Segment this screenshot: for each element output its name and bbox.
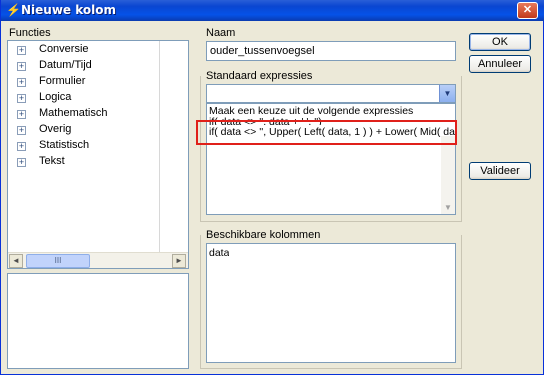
name-input[interactable]: ouder_tussenvoegsel <box>206 41 456 61</box>
function-category-2[interactable]: + Formulier <box>8 74 170 90</box>
scroll-left-button[interactable]: ◄ <box>9 254 23 268</box>
highlight-annotation <box>196 120 457 145</box>
expand-icon[interactable]: + <box>17 142 26 151</box>
function-category-6[interactable]: + Statistisch <box>8 138 170 154</box>
scroll-right-button[interactable]: ► <box>172 254 186 268</box>
functions-label: Functies <box>9 27 51 39</box>
horizontal-scrollbar[interactable]: ◄ III ► <box>8 252 188 268</box>
expand-icon[interactable]: + <box>17 94 26 103</box>
window-title: Nieuwe kolom <box>21 3 117 17</box>
title-bar[interactable]: ⚡ Nieuwe kolom ✕ <box>1 0 544 21</box>
expand-icon[interactable]: + <box>17 46 26 55</box>
function-category-3[interactable]: + Logica <box>8 90 170 106</box>
expand-icon[interactable]: + <box>17 62 26 71</box>
function-category-label: Overig <box>39 123 72 135</box>
scroll-thumb[interactable]: III <box>26 254 90 268</box>
app-icon: ⚡ <box>6 3 21 17</box>
function-category-0[interactable]: + Conversie <box>8 42 170 58</box>
name-label: Naam <box>206 27 236 39</box>
dropdown-arrow-icon[interactable]: ▼ <box>439 85 455 102</box>
function-category-label: Statistisch <box>39 139 90 151</box>
function-category-label: Conversie <box>39 43 89 55</box>
function-category-7[interactable]: + Tekst <box>8 154 170 170</box>
expand-icon[interactable]: + <box>17 110 26 119</box>
function-category-5[interactable]: + Overig <box>8 122 170 138</box>
ok-button[interactable]: OK <box>469 33 531 51</box>
function-category-label: Datum/Tijd <box>39 59 92 71</box>
functions-tree[interactable]: + Conversie + Datum/Tijd + Formulier + Logica + M… <box>7 40 189 269</box>
function-category-1[interactable]: + Datum/Tijd <box>8 58 170 74</box>
expressions-dropdown[interactable]: ▼ <box>206 84 456 103</box>
vertical-scrollbar[interactable]: ▼ <box>441 136 455 214</box>
function-category-label: Tekst <box>39 155 65 167</box>
scroll-down-icon[interactable]: ▼ <box>444 203 452 212</box>
dialog-window: ⚡ Nieuwe kolom ✕ Functies + Conversie + Dat… <box>0 0 544 375</box>
column-item[interactable]: data <box>209 247 229 259</box>
function-category-4[interactable]: + Mathematisch <box>8 106 170 122</box>
expand-icon[interactable]: + <box>17 78 26 87</box>
expand-icon[interactable]: + <box>17 126 26 135</box>
function-category-label: Logica <box>39 91 72 103</box>
function-description-box <box>7 273 189 369</box>
columns-list[interactable]: data <box>206 243 456 363</box>
function-category-label: Formulier <box>39 75 86 87</box>
cancel-button[interactable]: Annuleer <box>469 55 531 73</box>
validate-button[interactable]: Valideer <box>469 162 531 180</box>
expand-icon[interactable]: + <box>17 158 26 167</box>
function-category-label: Mathematisch <box>39 107 108 119</box>
close-button[interactable]: ✕ <box>517 2 538 19</box>
